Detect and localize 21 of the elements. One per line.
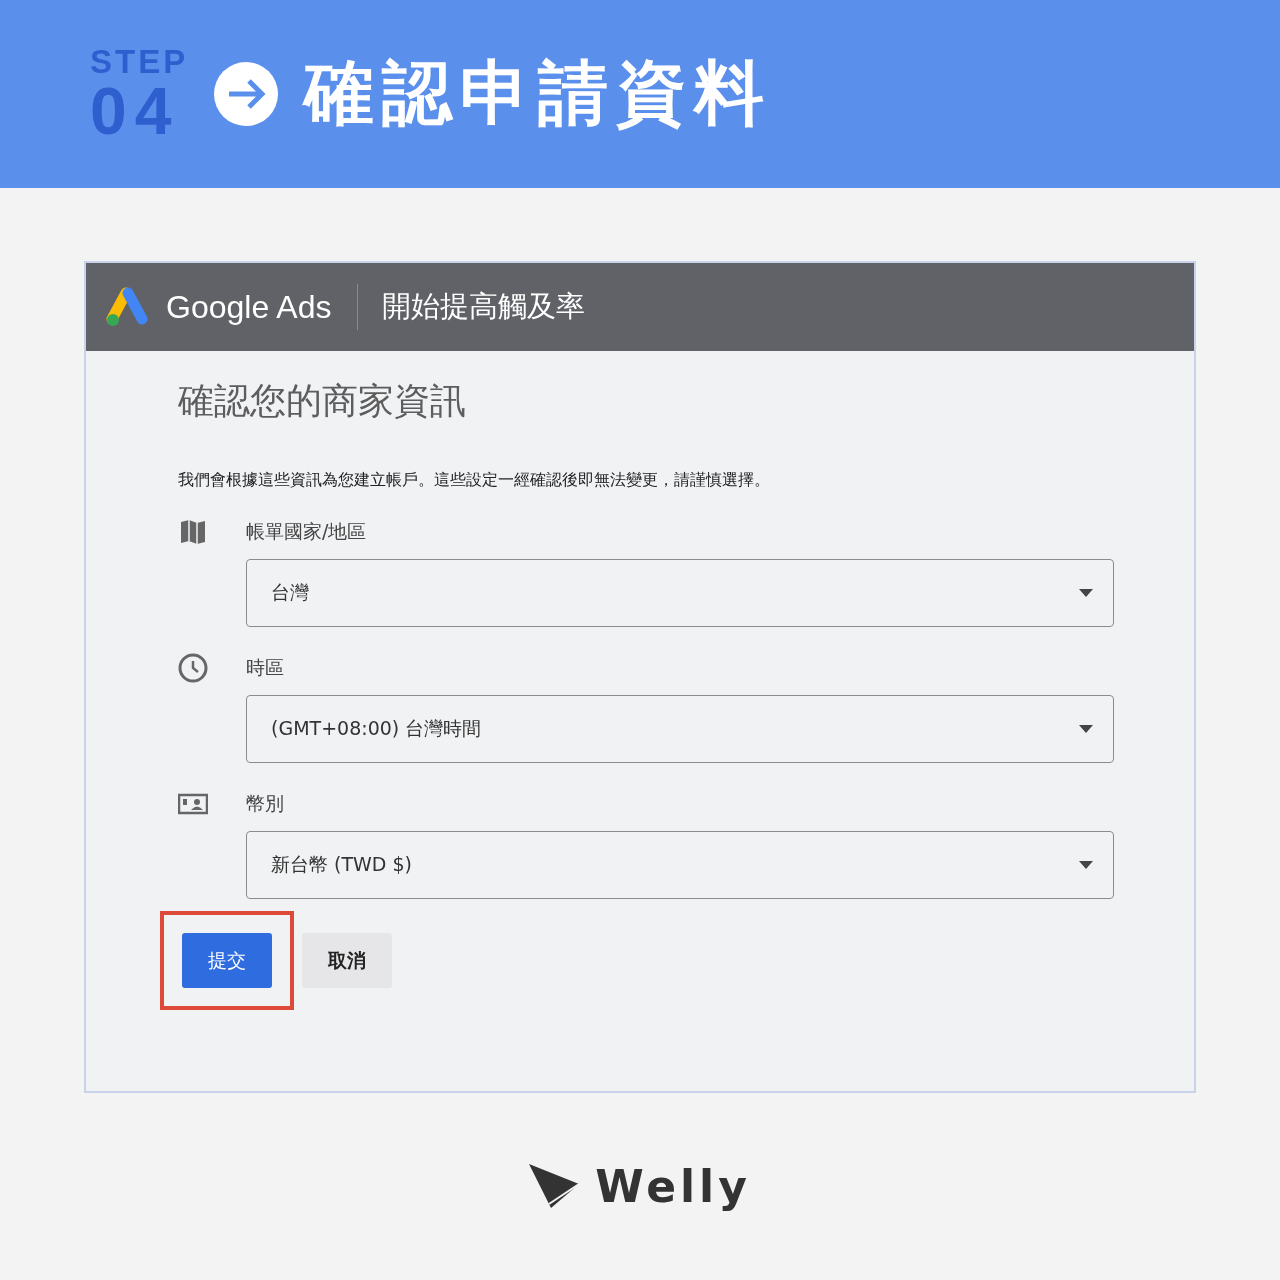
logo-icon — [106, 287, 150, 327]
submit-button[interactable]: 提交 — [182, 933, 272, 988]
dropdown-field[interactable]: (GMT+08:00) 台灣時間 — [246, 695, 1114, 763]
caret-icon — [1079, 589, 1093, 597]
brand-name: Google Ads — [166, 288, 332, 326]
caret-icon — [1079, 725, 1093, 733]
caret-icon — [1079, 861, 1093, 869]
header-subtitle: 開始提高觸及率 — [382, 288, 586, 325]
field-label: 幣別 — [246, 791, 285, 816]
field-label: 帳單國家/地區 — [246, 519, 368, 544]
dropdown-field[interactable]: 新台幣 (TWD $) — [246, 831, 1114, 899]
map-icon — [178, 517, 208, 547]
cancel-button[interactable]: 取消 — [302, 933, 392, 988]
logo-text: Welly — [595, 1161, 751, 1212]
banner-title: 確認申請資料 — [304, 51, 773, 136]
clock-icon — [178, 653, 208, 683]
paper-plane-icon — [529, 1163, 582, 1210]
form-description: 我們會根據這些資訊為您建立帳戶。這些設定一經確認後即無法變更，請謹慎選擇。 — [178, 470, 771, 491]
field-label: 時區 — [246, 655, 285, 680]
dropdown-field[interactable]: 台灣 — [246, 559, 1114, 627]
form-title: 確認您的商家資訊 — [178, 379, 467, 423]
